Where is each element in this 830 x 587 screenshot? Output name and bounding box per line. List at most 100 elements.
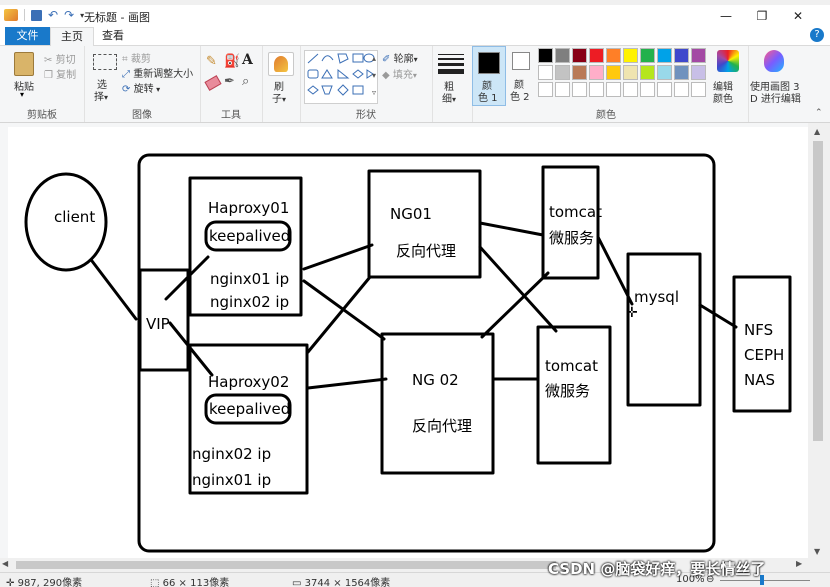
edit-colors-button[interactable]: 编辑 颜色 — [710, 46, 749, 122]
palette-swatch[interactable] — [674, 82, 689, 97]
select-icon[interactable] — [93, 54, 117, 70]
palette-swatch[interactable] — [606, 48, 621, 63]
palette-swatch[interactable] — [640, 65, 655, 80]
palette-swatch[interactable] — [572, 82, 587, 97]
tab-view[interactable]: 查看 — [96, 27, 130, 45]
fill-chevron-icon: ▾ — [412, 71, 417, 80]
ng01-box — [367, 169, 482, 279]
palette-swatch[interactable] — [691, 65, 706, 80]
pencil-icon[interactable]: ✎ — [206, 54, 217, 69]
text-icon[interactable]: A — [242, 52, 253, 68]
vertical-scroll-thumb[interactable] — [813, 141, 823, 441]
palette-swatch[interactable] — [623, 65, 638, 80]
redo-icon[interactable]: ↷ — [64, 8, 74, 22]
cut-icon: ✂ — [44, 55, 53, 66]
color2-button[interactable]: 颜 色 2 — [506, 46, 536, 122]
drawing-canvas[interactable]: client VIP Haproxy01 keepalived nginx01 … — [8, 127, 808, 558]
save-icon[interactable] — [31, 9, 42, 21]
palette-swatch[interactable] — [657, 48, 672, 63]
select-button-line2[interactable]: 择▾ — [94, 88, 108, 103]
palette-swatch[interactable] — [606, 65, 621, 80]
ng02-desc: 反向代理 — [412, 417, 472, 435]
tab-file[interactable]: 文件 — [5, 27, 50, 45]
shapes-scroll-icon[interactable]: ▴ ▾ ▿ — [372, 50, 376, 101]
zoom-slider[interactable] — [720, 575, 810, 585]
palette-swatch[interactable] — [640, 48, 655, 63]
magnifier-icon[interactable]: ⌕ — [242, 74, 249, 89]
palette-swatch[interactable] — [623, 48, 638, 63]
color-picker-icon[interactable]: ✒ — [224, 74, 235, 89]
eraser-icon[interactable] — [204, 75, 222, 91]
brush-icon[interactable] — [268, 52, 294, 76]
shapes-gallery[interactable] — [304, 50, 378, 104]
tools-group: ✎ ⛽ A ✒ ⌕ 工具 — [200, 46, 263, 122]
palette-swatch[interactable] — [674, 65, 689, 80]
close-button[interactable]: ✕ — [780, 5, 816, 27]
outline-button[interactable]: ✐ 轮廓▾ — [382, 50, 418, 65]
palette-swatch[interactable] — [623, 82, 638, 97]
palette-swatch[interactable] — [589, 65, 604, 80]
brushes-button-line2[interactable]: 子▾ — [272, 90, 286, 105]
palette-swatch[interactable] — [538, 65, 553, 80]
palette-swatch[interactable] — [674, 48, 689, 63]
size-icon[interactable] — [438, 54, 464, 74]
palette-swatch[interactable] — [572, 65, 587, 80]
minimize-button[interactable]: — — [708, 5, 744, 27]
outline-chevron-icon: ▾ — [413, 55, 418, 64]
tab-home[interactable]: 主页 — [50, 27, 94, 47]
paint-window: ↶ ↷ ▾ 无标题 - 画图 — ❐ ✕ 文件 主页 查看 ? 粘贴 ▾ ✂ 剪… — [0, 0, 830, 587]
edit-colors-label2: 颜色 — [713, 94, 733, 105]
rotate-button[interactable]: ⟳ 旋转 ▾ — [122, 80, 160, 95]
fill-button[interactable]: ◆ 填充▾ — [382, 66, 417, 81]
palette-swatch[interactable] — [555, 48, 570, 63]
restore-button[interactable]: ❐ — [744, 5, 780, 27]
scroll-left-icon[interactable]: ◀ — [2, 559, 8, 568]
fill-label: 填充 — [392, 70, 413, 81]
palette-swatch[interactable] — [555, 82, 570, 97]
crop-button[interactable]: ⌗ 裁剪 — [122, 50, 151, 65]
palette-swatch[interactable] — [538, 48, 553, 63]
color1-button[interactable]: 颜 色 1 — [472, 46, 506, 106]
scroll-down-icon[interactable]: ▼ — [814, 547, 820, 556]
rotate-label: 旋转 — [133, 84, 154, 95]
undo-icon[interactable]: ↶ — [48, 8, 58, 22]
cut-button[interactable]: ✂ 剪切 — [44, 51, 76, 66]
select-label2: 择 — [94, 92, 104, 103]
scroll-up-icon[interactable]: ▲ — [814, 127, 820, 136]
copy-button[interactable]: ❐ 复制 — [44, 66, 76, 81]
horizontal-scroll-thumb[interactable] — [16, 561, 556, 569]
resize-button[interactable]: ⤢ 重新调整大小 — [122, 65, 193, 80]
palette-swatch[interactable] — [657, 65, 672, 80]
haproxy02-ip2: nginx01 ip — [192, 471, 271, 489]
haproxy01-ip2: nginx02 ip — [210, 293, 289, 311]
scroll-right-icon[interactable]: ▶ — [796, 559, 802, 568]
palette-swatch[interactable] — [555, 65, 570, 80]
palette-swatch[interactable] — [691, 82, 706, 97]
fill-icon[interactable]: ⛽ — [224, 54, 240, 69]
help-icon[interactable]: ? — [810, 28, 824, 42]
separator — [24, 9, 25, 21]
palette-swatch[interactable] — [538, 82, 553, 97]
palette-swatch[interactable] — [657, 82, 672, 97]
palette-swatch[interactable] — [589, 48, 604, 63]
crop-label: 裁剪 — [130, 54, 151, 65]
palette-swatch[interactable] — [640, 82, 655, 97]
outline-label: 轮廓 — [393, 54, 414, 65]
brushes-chevron-icon: ▾ — [282, 95, 287, 104]
palette-swatch[interactable] — [572, 48, 587, 63]
size-button-line2[interactable]: 细▾ — [442, 90, 456, 105]
size-chevron-icon: ▾ — [452, 95, 457, 104]
crop-icon: ⌗ — [122, 54, 128, 65]
palette-swatch[interactable] — [606, 82, 621, 97]
vip-label: VIP — [146, 315, 170, 333]
vertical-scrollbar[interactable]: ▲ ▼ — [808, 123, 830, 558]
palette-swatch[interactable] — [691, 48, 706, 63]
paste-icon[interactable] — [14, 52, 34, 76]
palette-swatch[interactable] — [589, 82, 604, 97]
color2-label2: 色 2 — [510, 92, 530, 103]
collapse-ribbon-icon[interactable]: ⌃ — [815, 108, 823, 118]
paste-chevron-icon[interactable]: ▾ — [20, 90, 24, 99]
tools-group-label: 工具 — [221, 110, 241, 121]
resize-icon: ⤢ — [122, 69, 130, 80]
ng01-desc: 反向代理 — [396, 242, 456, 260]
